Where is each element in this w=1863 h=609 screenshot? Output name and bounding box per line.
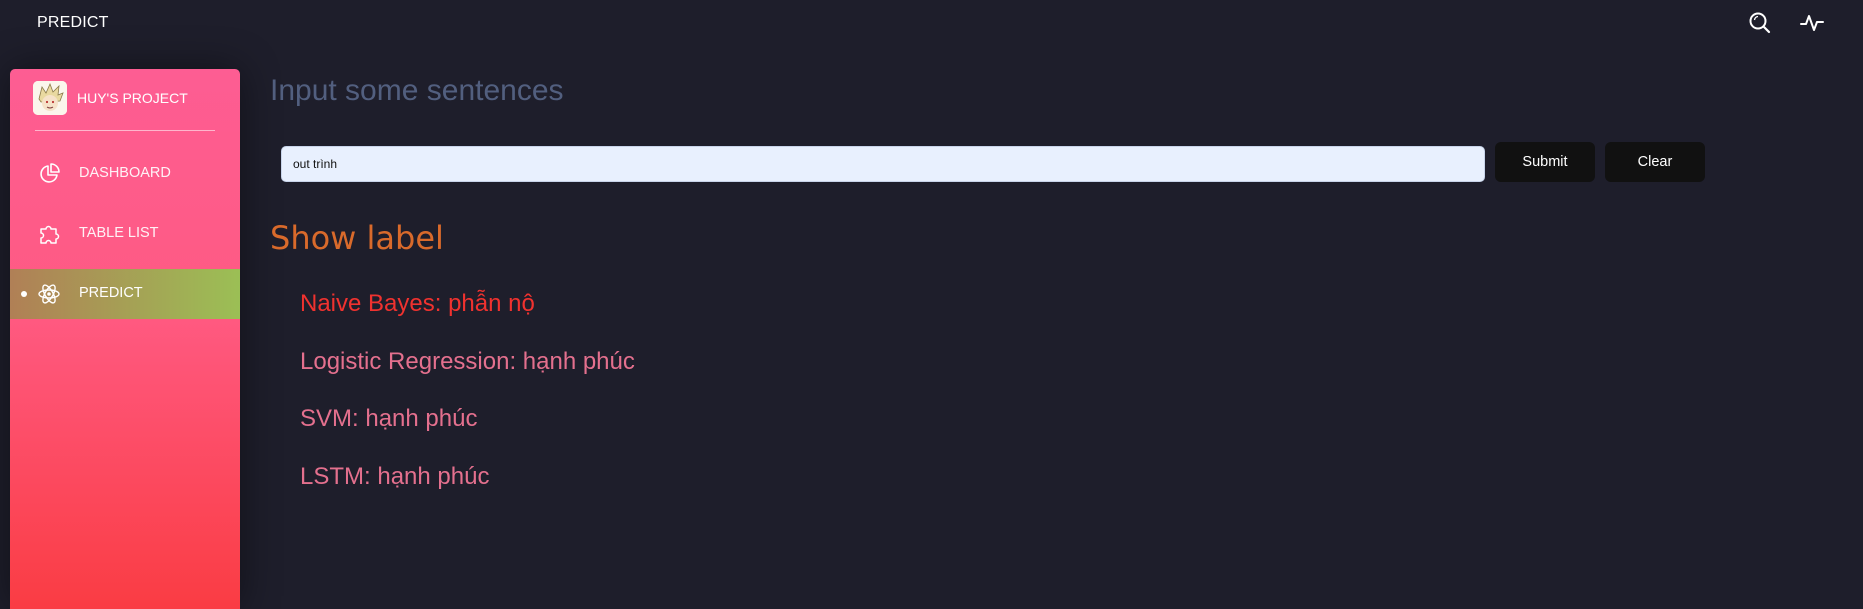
sentence-input-wrapper (281, 146, 1485, 182)
input-section-title: Input some sentences (270, 74, 564, 107)
sidebar-item-label: DASHBOARD (79, 165, 171, 181)
logo-text: HUY'S PROJECT (77, 90, 188, 106)
prediction-results: Naive Bayes: phẫn nộ Logistic Regression… (300, 290, 635, 520)
result-lstm: LSTM: hạnh phúc (300, 462, 490, 490)
clear-button[interactable]: Clear (1605, 142, 1705, 182)
navbar-brand[interactable]: PREDICT (37, 14, 109, 32)
avatar (33, 81, 67, 115)
top-navbar: PREDICT (0, 0, 1863, 46)
sidebar-item-dashboard[interactable]: DASHBOARD (10, 149, 240, 199)
atom-icon (37, 282, 61, 306)
sidebar-item-table-list[interactable]: TABLE LIST (10, 209, 240, 259)
navbar-icons (1747, 10, 1825, 36)
sidebar-nav: DASHBOARD TABLE LIST PREDICT (10, 149, 240, 329)
puzzle-icon (37, 222, 61, 246)
activity-pulse-icon[interactable] (1799, 10, 1825, 36)
sentence-input[interactable] (282, 147, 1484, 181)
sidebar-item-label: TABLE LIST (79, 225, 159, 241)
pie-chart-icon (37, 162, 61, 186)
sidebar-logo[interactable]: HUY'S PROJECT (33, 81, 188, 115)
result-naive-bayes: Naive Bayes: phẫn nộ (300, 290, 535, 317)
result-logistic-regression: Logistic Regression: hạnh phúc (300, 347, 635, 375)
active-indicator-dot (21, 291, 27, 297)
sidebar-item-label: PREDICT (79, 285, 143, 301)
sidebar-item-predict[interactable]: PREDICT (10, 269, 240, 319)
label-section-title: Show label (270, 219, 444, 257)
search-icon[interactable] (1747, 10, 1773, 36)
sidebar-divider (35, 130, 215, 131)
sidebar: HUY'S PROJECT DASHBOARD TABLE LIST PREDI… (10, 69, 240, 609)
submit-button[interactable]: Submit (1495, 142, 1595, 182)
result-svm: SVM: hạnh phúc (300, 405, 478, 432)
